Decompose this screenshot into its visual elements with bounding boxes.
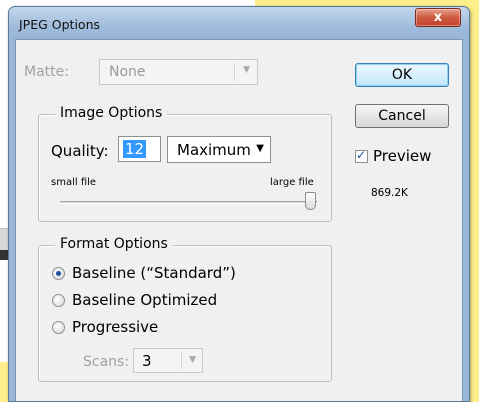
checkmark-icon: ✓ [356, 147, 367, 162]
radio-button[interactable] [52, 293, 65, 307]
quality-label: Quality: [51, 142, 109, 160]
cancel-button[interactable]: Cancel [355, 104, 449, 128]
radio-progressive[interactable]: Progressive [52, 317, 158, 337]
title-bar[interactable]: JPEG Options x [9, 7, 469, 41]
chevron-down-icon: ▼ [256, 143, 264, 154]
close-button[interactable]: x [415, 8, 461, 27]
file-size-readout: 869.2K [371, 187, 408, 199]
radio-label: Baseline Optimized [72, 291, 218, 309]
preview-checkbox[interactable]: ✓ [355, 147, 368, 163]
matte-select[interactable]: None ▼ [99, 59, 258, 85]
dialog-title: JPEG Options [19, 17, 101, 32]
radio-label: Baseline (“Standard”) [72, 264, 236, 282]
preview-checkbox-row[interactable]: ✓ Preview [355, 147, 431, 165]
preview-label: Preview [373, 147, 432, 165]
ok-button[interactable]: OK [355, 63, 449, 87]
image-options-group: Image Options [38, 105, 332, 222]
quality-preset-value: Maximum [177, 141, 251, 159]
radio-button[interactable] [52, 320, 65, 334]
format-options-legend: Format Options [55, 236, 173, 252]
scans-select[interactable]: 3 ▼ [133, 348, 203, 373]
chevron-down-icon: ▼ [189, 355, 196, 365]
radio-baseline-optimized[interactable]: Baseline Optimized [52, 290, 217, 310]
image-options-legend: Image Options [55, 105, 168, 121]
scans-label: Scans: [83, 354, 130, 370]
dropdown-divider [181, 352, 182, 369]
radio-label: Progressive [72, 318, 159, 336]
dropdown-divider [234, 63, 235, 81]
matte-value: None [109, 64, 146, 80]
large-file-label: large file [270, 177, 314, 188]
quality-preset-select[interactable]: Maximum ▼ [167, 136, 271, 163]
quality-input[interactable]: 12 [118, 136, 161, 162]
radio-button[interactable] [52, 266, 65, 280]
scans-value: 3 [142, 352, 152, 370]
small-file-label: small file [51, 177, 97, 188]
quality-slider-thumb[interactable] [305, 192, 316, 210]
quality-value: 12 [123, 140, 147, 158]
chevron-down-icon: ▼ [243, 65, 250, 75]
matte-label: Matte: [24, 64, 69, 80]
radio-baseline-standard[interactable]: Baseline (“Standard”) [52, 263, 236, 283]
close-icon: x [433, 10, 443, 25]
quality-slider-track[interactable] [60, 201, 317, 204]
